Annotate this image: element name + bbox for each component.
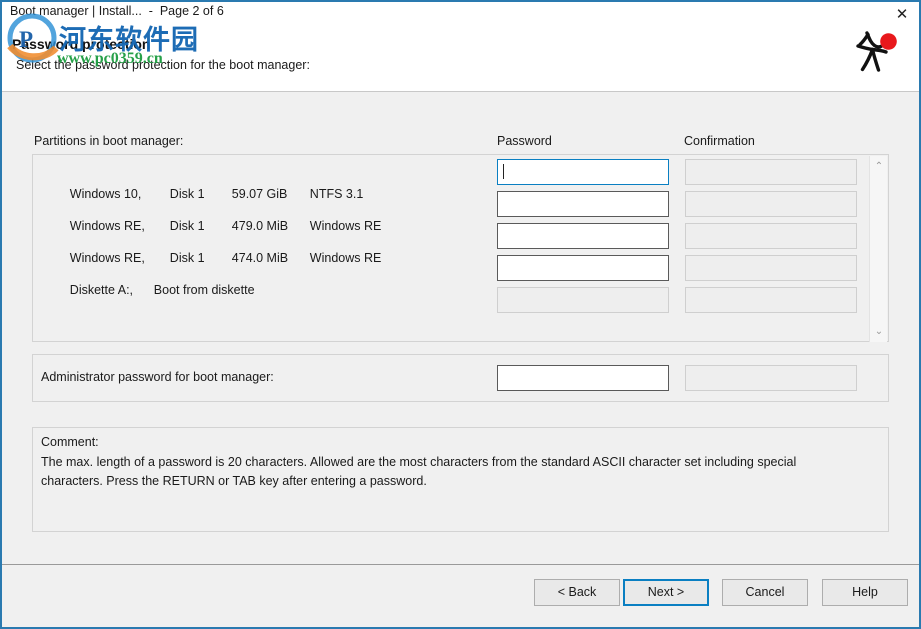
comment-title: Comment: bbox=[41, 435, 99, 449]
wizard-footer: < Back Next > Cancel Help bbox=[2, 565, 919, 627]
comment-panel: Comment: The max. length of a password i… bbox=[32, 427, 889, 532]
confirmation-input-row-1 bbox=[685, 159, 857, 185]
title-bar: Boot manager | Install... - Page 2 of 6 … bbox=[2, 2, 919, 87]
administrator-confirmation-input bbox=[685, 365, 857, 391]
partition-name: Diskette A:, bbox=[70, 279, 154, 301]
table-row[interactable]: Windows 10,Disk 159.07 GiBNTFS 3.1 bbox=[42, 161, 363, 183]
scroll-down-icon[interactable]: ⌄ bbox=[870, 323, 888, 340]
password-input-row-2[interactable] bbox=[497, 191, 669, 217]
password-input-row-5 bbox=[497, 287, 669, 313]
administrator-password-panel: Administrator password for boot manager: bbox=[32, 354, 889, 402]
password-input-row-1[interactable] bbox=[497, 159, 669, 185]
password-column-label: Password bbox=[497, 134, 552, 148]
table-row[interactable]: Windows RE,Disk 1479.0 MiBWindows RE bbox=[42, 193, 381, 215]
wizard-window: Boot manager | Install... - Page 2 of 6 … bbox=[0, 0, 921, 629]
next-button[interactable]: Next > bbox=[623, 579, 709, 606]
page-subtitle: Select the password protection for the b… bbox=[16, 58, 310, 72]
partition-size: 474.0 MiB bbox=[232, 247, 310, 269]
confirmation-column-label: Confirmation bbox=[684, 134, 755, 148]
vertical-scrollbar[interactable]: ⌃ ⌄ bbox=[869, 156, 887, 342]
back-button[interactable]: < Back bbox=[534, 579, 620, 606]
confirmation-input-row-5 bbox=[685, 287, 857, 313]
wizard-content: Partitions in boot manager: Password Con… bbox=[2, 92, 919, 564]
window-title: Boot manager | Install... - Page 2 of 6 bbox=[10, 4, 224, 18]
password-input-row-4[interactable] bbox=[497, 255, 669, 281]
comment-body: The max. length of a password is 20 char… bbox=[41, 453, 851, 491]
administrator-password-label: Administrator password for boot manager: bbox=[41, 370, 274, 384]
cancel-button[interactable]: Cancel bbox=[722, 579, 808, 606]
partitions-column-label: Partitions in boot manager: bbox=[34, 134, 183, 148]
partitions-list-panel: Windows 10,Disk 159.07 GiBNTFS 3.1 Windo… bbox=[32, 154, 889, 342]
text-caret bbox=[503, 164, 504, 179]
password-input-row-3[interactable] bbox=[497, 223, 669, 249]
page-title: Password protection bbox=[12, 36, 150, 52]
help-button[interactable]: Help bbox=[822, 579, 908, 606]
partition-disk: Boot from diskette bbox=[154, 279, 216, 301]
scroll-up-icon[interactable]: ⌃ bbox=[870, 158, 888, 175]
partition-filesystem: Windows RE bbox=[310, 247, 382, 269]
paragon-runner-logo-icon bbox=[845, 24, 903, 82]
confirmation-input-row-2 bbox=[685, 191, 857, 217]
close-icon[interactable]: ✕ bbox=[887, 3, 917, 25]
administrator-password-input[interactable] bbox=[497, 365, 669, 391]
confirmation-input-row-4 bbox=[685, 255, 857, 281]
table-row[interactable]: Windows RE,Disk 1474.0 MiBWindows RE bbox=[42, 225, 381, 247]
confirmation-input-row-3 bbox=[685, 223, 857, 249]
table-row[interactable]: Diskette A:,Boot from diskette bbox=[42, 257, 216, 279]
